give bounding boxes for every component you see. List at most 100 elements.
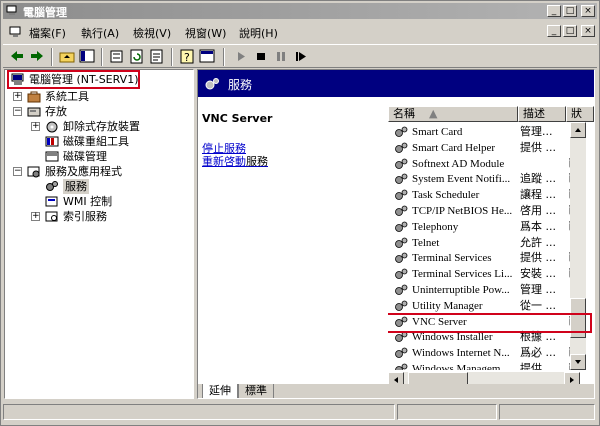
service-row[interactable]: Windows Internet N...爲必 ...已 <box>388 345 594 361</box>
tree-label: 服務及應用程式 <box>45 165 122 178</box>
mdi-close-button[interactable]: × <box>581 25 595 37</box>
column-header-name[interactable]: 名稱 ▲ <box>388 106 518 122</box>
service-row[interactable]: Telnet 允許 ... <box>388 235 594 251</box>
tree-item-disk-management[interactable]: 磁碟管理 <box>45 149 185 164</box>
export-list-icon <box>150 49 163 64</box>
removable-storage-icon <box>46 121 58 133</box>
service-description: 安裝 ... <box>520 267 556 281</box>
description-bar-button[interactable] <box>199 49 215 64</box>
refresh-button[interactable] <box>129 49 145 64</box>
service-name: Smart Card <box>412 126 463 138</box>
collapse-icon[interactable]: − <box>13 107 22 116</box>
storage-icon <box>27 107 41 117</box>
service-row[interactable]: Telephony爲本 ...已 <box>388 219 594 235</box>
start-service-button[interactable] <box>233 49 249 64</box>
status-bar <box>3 402 597 422</box>
tree-item-services[interactable]: 服務 <box>45 179 95 194</box>
service-description: 提供 ... <box>520 362 556 370</box>
service-row[interactable]: Uninterruptible Pow... 管理 ... <box>388 282 594 298</box>
service-row[interactable]: Smart Card Helper 提供 ... <box>388 140 594 156</box>
service-row[interactable]: Task Scheduler讓程 ...已 <box>388 187 594 203</box>
service-gear-icon <box>395 252 408 264</box>
title-bar[interactable]: 電腦管理 _ □ × <box>3 3 597 19</box>
service-row[interactable]: TCP/IP NetBIOS He...啓用 ...已 <box>388 203 594 219</box>
tab-extended[interactable]: 延伸 <box>202 384 238 398</box>
restart-icon <box>296 52 306 61</box>
service-description: 提供 ... <box>520 140 556 154</box>
close-button[interactable]: × <box>581 5 595 17</box>
mdi-child-icon[interactable] <box>9 25 23 38</box>
services-list: 名稱 ▲ 描述 狀 Smart Card 管理... Smart Card Help… <box>388 106 594 370</box>
tree-item-system-tools[interactable]: + 系統工具 <box>13 89 183 104</box>
tree-label: 索引服務 <box>63 210 107 223</box>
toolbar-separator <box>51 48 53 66</box>
service-gear-icon <box>395 363 408 370</box>
pause-icon <box>277 52 285 61</box>
tree-item-services-and-applications[interactable]: − 服務及應用程式 <box>13 164 183 179</box>
tree-item-storage[interactable]: − 存放 <box>13 104 183 119</box>
pause-service-button[interactable] <box>273 49 289 64</box>
scroll-down-button[interactable] <box>570 354 586 370</box>
service-name: Windows Internet N... <box>412 347 510 360</box>
service-row[interactable]: Softnext AD Module已 <box>388 156 594 172</box>
tab-standard[interactable]: 標準 <box>238 384 274 398</box>
service-description: 追蹤 ... <box>520 172 556 186</box>
up-one-level-button[interactable] <box>59 49 75 64</box>
service-gear-icon <box>395 331 408 343</box>
window-title: 電腦管理 <box>23 6 67 19</box>
tree-label-selected: 服務 <box>63 179 89 194</box>
service-description: 允許 ... <box>520 235 556 249</box>
column-header-description[interactable]: 描述 <box>518 106 566 122</box>
column-header-status[interactable]: 狀 <box>566 106 594 122</box>
menu-action[interactable]: 執行(A) <box>81 25 119 41</box>
help-button[interactable]: ? <box>179 49 195 64</box>
service-name: Softnext AD Module <box>412 157 505 170</box>
menu-help[interactable]: 說明(H) <box>239 25 278 41</box>
properties-button[interactable] <box>109 49 125 64</box>
back-arrow-icon <box>11 51 23 61</box>
service-row[interactable]: Smart Card 管理... <box>388 124 594 140</box>
menu-view[interactable]: 檢視(V) <box>133 25 171 41</box>
expand-icon[interactable]: + <box>31 122 40 131</box>
service-gear-icon <box>395 173 408 185</box>
mdi-restore-button[interactable]: □ <box>563 25 577 37</box>
forward-arrow-icon <box>31 51 43 61</box>
service-row[interactable]: System Event Notifi...追蹤 ...已 <box>388 171 594 187</box>
scroll-up-button[interactable] <box>570 122 586 138</box>
service-row[interactable]: Terminal Services提供 ...已 <box>388 250 594 266</box>
toolbox-icon <box>27 91 41 103</box>
restart-service-button[interactable] <box>293 49 309 64</box>
expand-icon[interactable]: + <box>13 92 22 101</box>
menu-file[interactable]: 檔案(F) <box>29 25 66 41</box>
tree-item-indexing-service[interactable]: + 索引服務 <box>31 209 181 224</box>
tree-label: 磁碟管理 <box>63 150 107 163</box>
play-icon <box>238 52 245 61</box>
maximize-button[interactable]: □ <box>563 5 577 17</box>
service-name: Terminal Services <box>412 252 492 265</box>
expand-icon[interactable]: + <box>31 212 40 221</box>
disk-management-icon <box>45 151 59 162</box>
export-list-button[interactable] <box>149 49 165 64</box>
tree-item-wmi-control[interactable]: WMI 控制 <box>45 194 185 209</box>
tree-item-disk-defragmenter[interactable]: 磁碟重組工具 <box>45 134 185 149</box>
folder-up-icon <box>59 52 75 63</box>
service-row[interactable]: Utility Manager 從一 ... <box>388 298 594 314</box>
service-gear-icon <box>395 347 408 359</box>
minimize-button[interactable]: _ <box>547 5 561 17</box>
status-panel-2 <box>397 404 497 420</box>
toolbar-separator <box>101 48 103 66</box>
collapse-icon[interactable]: − <box>13 167 22 176</box>
restart-service-link[interactable]: 重新啓動服務 <box>202 153 268 169</box>
stop-service-button[interactable] <box>253 49 269 64</box>
service-row[interactable]: Terminal Services Li...安裝 ...已 <box>388 266 594 282</box>
mdi-minimize-button[interactable]: _ <box>547 25 561 37</box>
service-gear-icon <box>395 189 408 201</box>
restart-link-text: 重新啓動 <box>202 155 246 168</box>
back-button[interactable] <box>9 49 25 64</box>
service-description: 管理... <box>520 125 553 138</box>
tree-item-removable-storage[interactable]: + 卸除式存放裝置 <box>31 119 191 134</box>
forward-button[interactable] <box>29 49 45 64</box>
service-row[interactable]: Windows Managem...提供 ...已 <box>388 361 594 370</box>
show-hide-tree-button[interactable] <box>79 49 95 64</box>
menu-window[interactable]: 視窗(W) <box>185 25 226 41</box>
